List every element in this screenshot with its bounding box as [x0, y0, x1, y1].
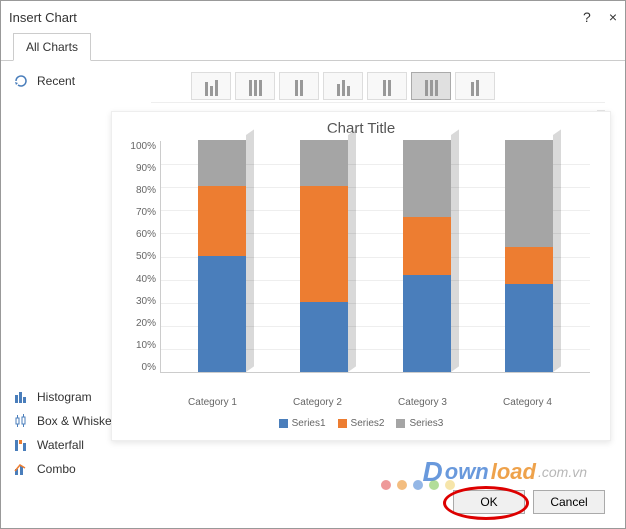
chart-subtype-thumb-selected[interactable] [411, 72, 451, 100]
waterfall-icon [13, 437, 29, 453]
sidebar-item-label: Recent [37, 74, 75, 88]
legend: Series1 Series2 Series3 [112, 408, 610, 429]
watermark: Download.com.vn [423, 456, 587, 488]
chart-preview[interactable]: Chart Title 100% 90% 80% 70% 60% 50% 40%… [111, 111, 611, 441]
x-axis: Category 1 Category 2 Category 3 Categor… [112, 391, 610, 408]
cancel-button[interactable]: Cancel [533, 490, 605, 514]
preview-pane: Chart Title 100% 90% 80% 70% 60% 50% 40%… [151, 61, 625, 481]
help-button[interactable]: ? [583, 9, 591, 25]
legend-swatch-series3 [396, 419, 405, 428]
bar-category-1 [198, 141, 246, 372]
chart-subtype-thumb[interactable] [455, 72, 495, 100]
sidebar-item-label: Combo [37, 462, 76, 476]
chart-subtype-thumb[interactable] [367, 72, 407, 100]
chart-subtype-thumb[interactable] [279, 72, 319, 100]
ok-button[interactable]: OK [453, 490, 525, 514]
sidebar-item-label: Histogram [37, 390, 92, 404]
combo-icon [13, 461, 29, 477]
bar-category-3 [403, 141, 451, 372]
recent-icon [13, 73, 29, 89]
chart-subtype-thumb[interactable] [235, 72, 275, 100]
insert-chart-dialog: Insert Chart ? × All Charts Recent Histo… [0, 0, 626, 529]
tab-all-charts[interactable]: All Charts [13, 33, 91, 61]
sidebar-item-combo[interactable]: Combo [13, 457, 151, 481]
bar-category-4 [505, 141, 553, 372]
subtype-thumbnails [151, 69, 605, 103]
legend-swatch-series2 [338, 419, 347, 428]
chart-subtype-thumb[interactable] [191, 72, 231, 100]
close-button[interactable]: × [609, 9, 617, 25]
boxwhisker-icon [13, 413, 29, 429]
tab-strip: All Charts [1, 33, 625, 61]
sidebar-item-label: Box & Whisker [37, 414, 116, 428]
y-axis: 100% 90% 80% 70% 60% 50% 40% 30% 20% 10%… [122, 141, 160, 391]
chart-subtype-thumb[interactable] [323, 72, 363, 100]
bar-category-2 [300, 141, 348, 372]
titlebar: Insert Chart ? × [1, 1, 625, 33]
dialog-title: Insert Chart [9, 10, 77, 25]
legend-swatch-series1 [279, 419, 288, 428]
histogram-icon [13, 389, 29, 405]
sidebar-item-recent[interactable]: Recent [13, 69, 151, 93]
plot-area [160, 141, 590, 373]
sidebar-item-label: Waterfall [37, 438, 84, 452]
